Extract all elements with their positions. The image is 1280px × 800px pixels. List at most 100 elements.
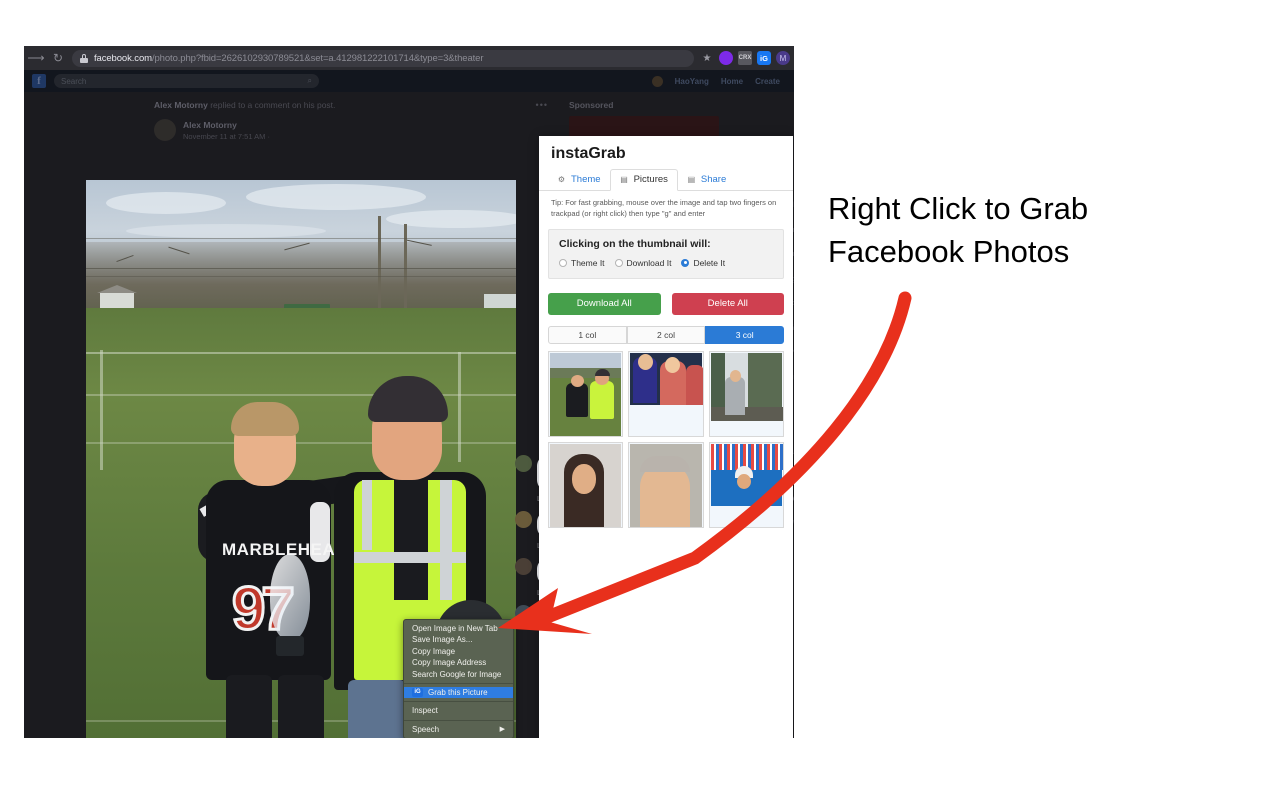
extension-grey-icon[interactable]: CRX	[738, 51, 752, 65]
gear-icon: ⚙	[557, 174, 566, 184]
column-selector: 1 col 2 col 3 col	[548, 325, 785, 344]
picture-icon: ▤	[620, 175, 628, 184]
instagrab-extension-icon[interactable]: iG	[757, 51, 771, 65]
radio-dot	[614, 258, 623, 267]
context-menu-item-copy-image[interactable]: Copy Image	[404, 646, 513, 657]
thumbnail-action-radios: Theme It Download It Delete It	[559, 258, 773, 268]
radio-dot	[559, 258, 567, 267]
forward-arrow-icon[interactable]: ⟶	[26, 48, 46, 68]
thumbnail-football-boy-and-man[interactable]	[548, 350, 624, 437]
url-host: facebook.com	[94, 52, 152, 64]
col-3-button[interactable]: 3 col	[705, 325, 785, 344]
photo-man-leg-left	[348, 680, 406, 738]
thumbnail-action-box: Clicking on the thumbnail will: Theme It…	[548, 228, 784, 279]
download-all-button[interactable]: Download All	[548, 292, 661, 315]
thumbnail-man-portrait[interactable]	[628, 441, 704, 528]
comment-avatar[interactable]	[515, 558, 532, 575]
post-author-row: Alex Motorny November 11 at 7:51 AM ·	[154, 119, 554, 141]
submenu-arrow-icon: ▶	[499, 725, 505, 733]
tab-theme[interactable]: ⚙ Theme	[548, 169, 610, 190]
facebook-search-input[interactable]: Search ⌕	[54, 74, 319, 88]
nav-item-create[interactable]: Create	[755, 77, 780, 86]
nav-item-home[interactable]: Home	[721, 77, 743, 86]
context-menu-separator	[404, 701, 513, 703]
instagrab-panel: instaGrab ⚙ Theme ▤ Pictures ▤ Share Tip…	[539, 136, 793, 738]
radio-delete-it[interactable]: Delete It	[681, 258, 725, 268]
delete-all-button[interactable]: Delete All	[671, 292, 784, 315]
profile-avatar[interactable]: M	[776, 51, 790, 65]
address-bar[interactable]: facebook.com/photo.php?fbid=262610293078…	[72, 49, 694, 67]
author-avatar[interactable]	[154, 119, 176, 141]
panel-tabs: ⚙ Theme ▤ Pictures ▤ Share	[539, 169, 793, 191]
radio-download-it-label: Download It	[626, 257, 672, 268]
radio-theme-it[interactable]: Theme It	[559, 258, 605, 268]
comment-avatar[interactable]	[515, 511, 532, 528]
radio-dot-selected	[681, 258, 690, 267]
tab-pictures[interactable]: ▤ Pictures	[609, 169, 678, 191]
annotation-line-2: Facebook Photos	[828, 233, 1070, 269]
tab-pictures-label: Pictures	[633, 174, 668, 185]
author-name[interactable]: Alex Motorny	[183, 120, 270, 130]
context-menu-item-speech[interactable]: Speech ▶	[404, 724, 513, 735]
col-1-button[interactable]: 1 col	[548, 325, 627, 344]
radio-download-it[interactable]: Download It	[614, 257, 672, 268]
composer-avatar	[515, 605, 532, 622]
storyline-rest: replied to a comment on his post.	[207, 100, 336, 110]
panel-tip-text: Tip: For fast grabbing, mouse over the i…	[551, 198, 777, 218]
photo-boy-hair	[231, 402, 299, 436]
context-menu-item-inspect[interactable]: Inspect	[404, 705, 513, 716]
search-placeholder: Search	[61, 76, 87, 86]
url-path: /photo.php?fbid=2626102930789521&set=a.4…	[151, 52, 484, 64]
facebook-post: Alex Motorny replied to a comment on his…	[154, 100, 554, 141]
tab-share[interactable]: ▤ Share	[678, 169, 735, 190]
facebook-navbar: f Search ⌕ HaoYang Home Create	[24, 70, 794, 92]
browser-toolbar: ⟶ ↻ facebook.com/photo.php?fbid=26261029…	[24, 46, 794, 70]
browser-window: ⟶ ↻ facebook.com/photo.php?fbid=26261029…	[24, 46, 794, 738]
radio-theme-it-label: Theme It	[571, 257, 605, 268]
context-menu-separator	[404, 682, 513, 684]
annotation-line-1: Right Click to Grab	[828, 191, 1089, 226]
thumbnail-two-children-in-jackets[interactable]	[628, 350, 704, 437]
grab-label: Grab this Picture	[428, 687, 488, 697]
context-menu-item-open-image[interactable]: Open Image in New Tab	[404, 623, 513, 634]
photo-boy-leg-right	[278, 675, 324, 738]
nav-item-profile[interactable]: HaoYang	[675, 77, 709, 86]
panel-title: instaGrab	[551, 145, 626, 162]
lock-icon	[80, 53, 88, 63]
photo-trophy-base	[276, 636, 304, 656]
photo-boy-leg-left	[226, 675, 272, 738]
comment-avatar[interactable]	[515, 455, 532, 472]
thumbnail-swimmer-in-pool[interactable]	[708, 441, 784, 528]
context-menu-item-grab-this-picture[interactable]: iG Grab this Picture	[404, 686, 513, 699]
facebook-page: f Search ⌕ HaoYang Home Create Alex Moto…	[24, 70, 794, 738]
thumbnail-grid	[539, 344, 793, 528]
context-menu-item-search-google[interactable]: Search Google for Image	[404, 669, 513, 680]
thumbnail-person-at-waterfall[interactable]	[708, 350, 784, 437]
context-menu-separator	[404, 719, 513, 721]
reload-icon[interactable]: ↻	[48, 48, 68, 68]
extension-purple-icon[interactable]	[719, 51, 733, 65]
thumbnail-woman-portrait[interactable]	[548, 441, 624, 528]
share-icon: ▤	[687, 174, 696, 184]
photo-vest-zip	[394, 480, 428, 600]
screenshot-root: ⟶ ↻ facebook.com/photo.php?fbid=26261029…	[0, 0, 1280, 800]
photo-trophy	[270, 554, 310, 640]
storyline-name: Alex Motorny	[154, 100, 208, 110]
radio-delete-it-label: Delete It	[693, 257, 726, 268]
tab-share-label: Share	[700, 173, 727, 185]
speech-label: Speech	[412, 724, 440, 734]
panel-action-buttons: Download All Delete All	[539, 279, 793, 315]
sponsored-heading: Sponsored	[569, 100, 614, 110]
col-2-button[interactable]: 2 col	[626, 325, 706, 344]
facebook-logo-icon[interactable]: f	[32, 74, 46, 88]
tab-theme-label: Theme	[571, 173, 601, 185]
nav-avatar[interactable]	[651, 75, 663, 87]
context-menu-item-copy-address[interactable]: Copy Image Address	[404, 657, 513, 668]
search-icon: ⌕	[307, 76, 312, 85]
star-icon[interactable]: ★	[700, 51, 714, 65]
post-menu-icon[interactable]: •••	[536, 100, 548, 110]
context-menu-item-save-image[interactable]: Save Image As...	[404, 634, 513, 645]
context-menu[interactable]: Open Image in New Tab Save Image As... C…	[403, 619, 514, 738]
post-timestamp: November 11 at 7:51 AM ·	[183, 131, 270, 141]
thumbnail-action-heading: Clicking on the thumbnail will:	[559, 237, 711, 250]
